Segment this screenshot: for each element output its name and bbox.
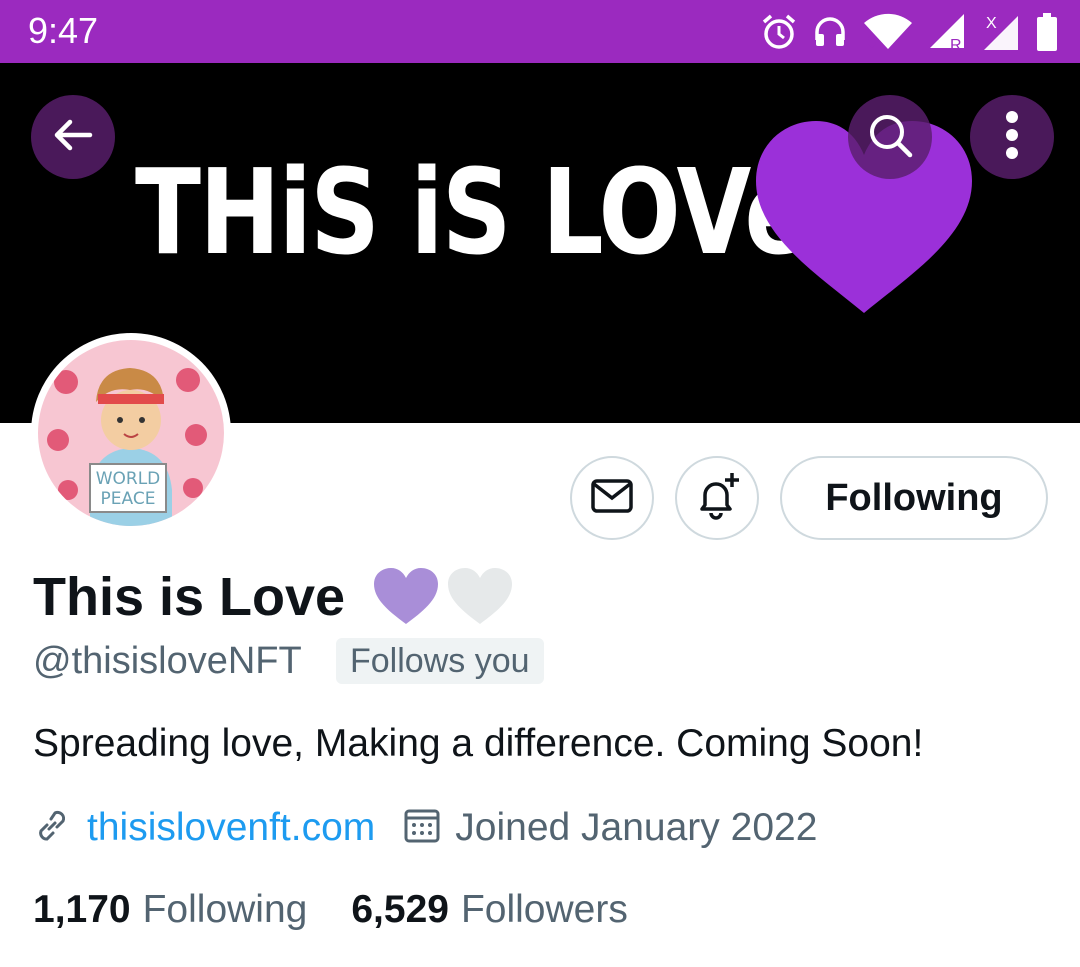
display-name: This is Love: [33, 567, 346, 627]
back-button[interactable]: [31, 95, 115, 179]
signal-x-icon: X: [982, 12, 1022, 52]
joined-date: Joined January 2022: [455, 806, 818, 849]
search-button[interactable]: [848, 95, 932, 179]
avatar-sign-line2: PEACE: [101, 489, 156, 509]
following-button[interactable]: Following: [780, 456, 1048, 540]
avatar[interactable]: WORLD PEACE: [31, 333, 231, 533]
followers-label: Followers: [460, 888, 628, 931]
link-icon: [33, 807, 71, 850]
battery-icon: [1036, 12, 1058, 52]
more-vertical-icon: [1005, 110, 1019, 165]
bell-plus-icon: [692, 471, 742, 526]
notifications-button[interactable]: [675, 456, 759, 540]
calendar-icon: [403, 807, 441, 850]
avatar-sign-line1: WORLD: [96, 469, 161, 489]
status-bar: 9:47 R X: [0, 0, 1080, 63]
bio: Spreading love, Making a difference. Com…: [33, 722, 924, 765]
envelope-icon: [590, 478, 634, 519]
follow-stats: 1,170 Following 6,529 Followers: [33, 888, 628, 932]
message-button[interactable]: [570, 456, 654, 540]
following-stat[interactable]: 1,170 Following: [33, 888, 307, 932]
following-count: 1,170: [33, 888, 131, 931]
white-heart-icon: [446, 566, 514, 631]
signal-badge-r: R: [950, 37, 962, 52]
followers-count: 6,529: [351, 888, 449, 931]
website-link[interactable]: thisislovenft.com: [87, 806, 375, 850]
arrow-left-icon: [50, 112, 96, 163]
alarm-icon: [760, 13, 798, 51]
more-button[interactable]: [970, 95, 1054, 179]
name-hearts: [372, 566, 514, 631]
avatar-image: WORLD PEACE: [38, 340, 224, 526]
signal-badge-x: X: [986, 15, 997, 32]
search-icon: [866, 111, 914, 164]
banner-title: THiS iS LOVe: [135, 143, 810, 281]
purple-heart-icon: [372, 566, 440, 631]
followers-stat[interactable]: 6,529 Followers: [351, 888, 627, 932]
status-time: 9:47: [28, 10, 99, 51]
handle: @thisisloveNFT: [33, 640, 302, 682]
follows-you-badge: Follows you: [336, 638, 544, 684]
following-label: Following: [142, 888, 308, 931]
profile-meta: thisislovenft.com Joined January 2022: [33, 803, 817, 853]
signal-r-icon: R: [928, 12, 968, 52]
wifi-icon: [862, 13, 914, 51]
status-icons: R X: [760, 10, 1058, 54]
headphones-icon: [812, 14, 848, 50]
